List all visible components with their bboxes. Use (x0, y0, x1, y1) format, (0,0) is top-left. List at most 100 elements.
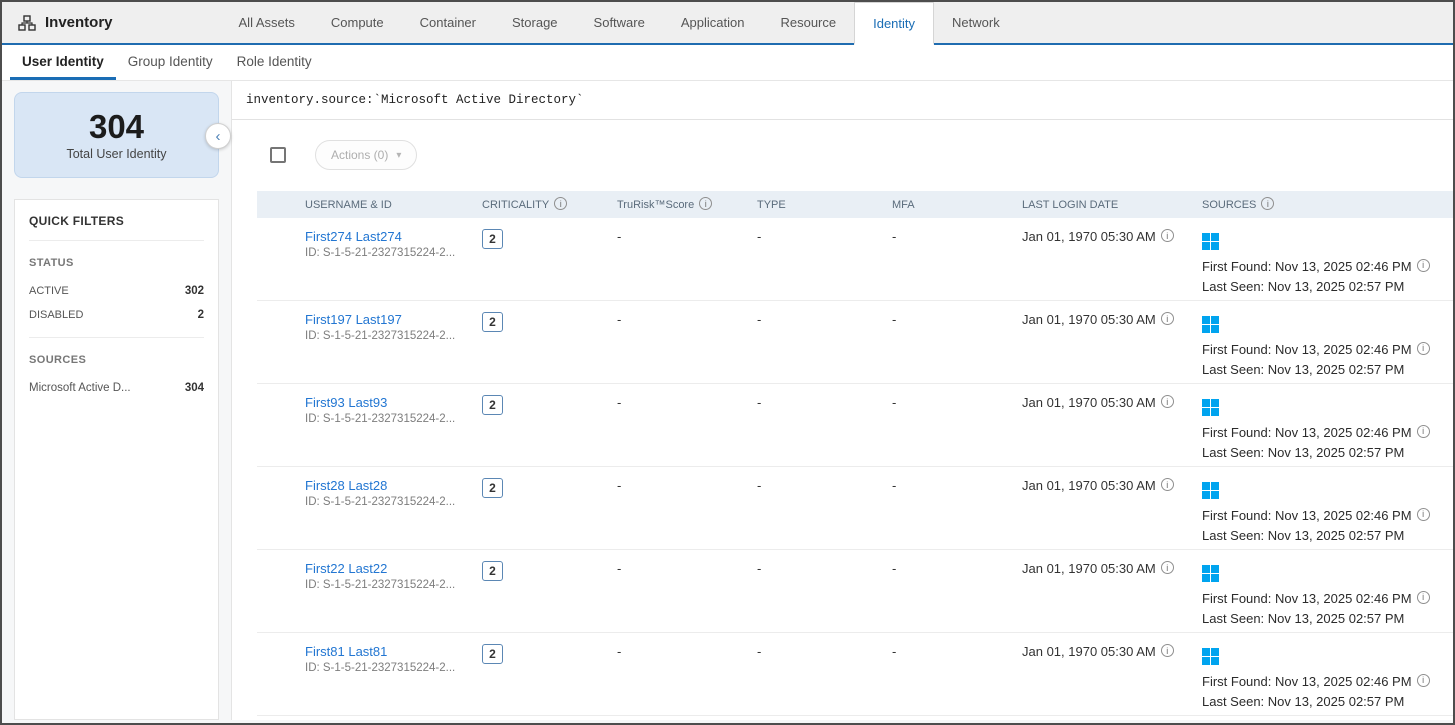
filter-source-microsoft-ad[interactable]: Microsoft Active D... 304 (29, 376, 204, 400)
tab-container[interactable]: Container (402, 2, 494, 43)
type-value: - (757, 561, 892, 576)
user-id: ID: S-1-5-21-2327315224-2... (305, 662, 474, 674)
info-icon[interactable]: i (1417, 591, 1430, 604)
trurisk-value: - (617, 644, 757, 659)
tab-software[interactable]: Software (576, 2, 663, 43)
windows-icon (1202, 482, 1219, 499)
info-icon[interactable]: i (1261, 197, 1274, 210)
first-found-value: First Found: Nov 13, 2025 02:46 PM (1202, 257, 1412, 277)
info-icon[interactable]: i (1161, 644, 1174, 657)
last-seen-value: Last Seen: Nov 13, 2025 02:57 PM (1202, 609, 1439, 629)
info-icon[interactable]: i (1161, 478, 1174, 491)
search-query-input[interactable] (232, 81, 1453, 119)
trurisk-value: - (617, 561, 757, 576)
info-icon[interactable]: i (1417, 508, 1430, 521)
query-bar (232, 81, 1453, 120)
windows-icon (1202, 233, 1219, 250)
user-id: ID: S-1-5-21-2327315224-2... (305, 579, 474, 591)
tab-compute[interactable]: Compute (313, 2, 402, 43)
info-icon[interactable]: i (699, 197, 712, 210)
filter-status-disabled[interactable]: DISABLED 2 (29, 303, 204, 327)
tab-network[interactable]: Network (934, 2, 1018, 43)
tab-identity[interactable]: Identity (854, 2, 934, 45)
table-row[interactable]: First22 Last22 ID: S-1-5-21-2327315224-2… (257, 550, 1453, 633)
mfa-value: - (892, 229, 1022, 244)
username-link[interactable]: First197 Last197 (305, 312, 402, 327)
last-login-value: Jan 01, 1970 05:30 AM (1022, 229, 1156, 244)
header-trurisk-score[interactable]: TruRisk™Score i (617, 198, 757, 211)
username-link[interactable]: First274 Last274 (305, 229, 402, 244)
inventory-sitemap-icon (18, 15, 36, 31)
trurisk-value: - (617, 478, 757, 493)
table-row[interactable]: First93 Last93 ID: S-1-5-21-2327315224-2… (257, 384, 1453, 467)
type-value: - (757, 229, 892, 244)
last-login-value: Jan 01, 1970 05:30 AM (1022, 561, 1156, 576)
tab-application[interactable]: Application (663, 2, 763, 43)
username-link[interactable]: First22 Last22 (305, 561, 387, 576)
tab-all-assets[interactable]: All Assets (221, 2, 313, 43)
user-id: ID: S-1-5-21-2327315224-2... (305, 330, 474, 342)
last-seen-value: Last Seen: Nov 13, 2025 02:57 PM (1202, 443, 1439, 463)
section-divider (29, 337, 204, 338)
header-mfa[interactable]: MFA (892, 199, 1022, 211)
type-value: - (757, 644, 892, 659)
user-id: ID: S-1-5-21-2327315224-2... (305, 413, 474, 425)
username-link[interactable]: First28 Last28 (305, 478, 387, 493)
info-icon[interactable]: i (1417, 674, 1430, 687)
info-icon[interactable]: i (1161, 561, 1174, 574)
info-icon[interactable]: i (1417, 259, 1430, 272)
header-last-login-date[interactable]: LAST LOGIN DATE (1022, 199, 1202, 211)
filter-status-active[interactable]: ACTIVE 302 (29, 279, 204, 303)
status-section-title: STATUS (29, 257, 204, 269)
mfa-value: - (892, 644, 1022, 659)
page-title: Inventory (45, 14, 113, 31)
header-criticality[interactable]: CRITICALITY i (482, 198, 617, 211)
username-link[interactable]: First81 Last81 (305, 644, 387, 659)
first-found-value: First Found: Nov 13, 2025 02:46 PM (1202, 340, 1412, 360)
table-toolbar: Actions (0) ▾ (257, 140, 1453, 170)
actions-dropdown-button[interactable]: Actions (0) ▾ (315, 140, 417, 170)
info-icon[interactable]: i (1417, 342, 1430, 355)
table-row[interactable]: First28 Last28 ID: S-1-5-21-2327315224-2… (257, 467, 1453, 550)
last-login-value: Jan 01, 1970 05:30 AM (1022, 395, 1156, 410)
info-icon[interactable]: i (554, 197, 567, 210)
last-login-value: Jan 01, 1970 05:30 AM (1022, 478, 1156, 493)
sidebar-collapse-button[interactable]: ‹ (205, 123, 231, 149)
windows-icon (1202, 565, 1219, 582)
info-icon[interactable]: i (1417, 425, 1430, 438)
mfa-value: - (892, 478, 1022, 493)
windows-icon (1202, 399, 1219, 416)
table-row[interactable]: First274 Last274 ID: S-1-5-21-2327315224… (257, 218, 1453, 301)
tab-storage[interactable]: Storage (494, 2, 576, 43)
top-navigation-bar: Inventory All Assets Compute Container S… (2, 2, 1453, 45)
chevron-down-icon: ▾ (396, 150, 401, 161)
mfa-value: - (892, 395, 1022, 410)
top-tabs: All Assets Compute Container Storage Sof… (221, 2, 1018, 43)
info-icon[interactable]: i (1161, 229, 1174, 242)
actions-label: Actions (0) (331, 148, 388, 162)
filter-label: Microsoft Active D... (29, 382, 131, 394)
info-icon[interactable]: i (1161, 395, 1174, 408)
header-type[interactable]: TYPE (757, 199, 892, 211)
subtab-role-identity[interactable]: Role Identity (225, 45, 324, 80)
username-link[interactable]: First93 Last93 (305, 395, 387, 410)
info-icon[interactable]: i (1161, 312, 1174, 325)
first-found-value: First Found: Nov 13, 2025 02:46 PM (1202, 589, 1412, 609)
last-seen-value: Last Seen: Nov 13, 2025 02:57 PM (1202, 526, 1439, 546)
header-sources[interactable]: SOURCES i (1202, 198, 1453, 211)
total-count: 304 (89, 109, 144, 145)
quick-filters-panel: QUICK FILTERS STATUS ACTIVE 302 DISABLED… (14, 199, 219, 720)
trurisk-value: - (617, 395, 757, 410)
tab-resource[interactable]: Resource (762, 2, 854, 43)
select-all-checkbox[interactable] (270, 147, 286, 163)
subtab-user-identity[interactable]: User Identity (10, 45, 116, 80)
criticality-badge: 2 (482, 644, 503, 664)
subtab-group-identity[interactable]: Group Identity (116, 45, 225, 80)
table-row[interactable]: First197 Last197 ID: S-1-5-21-2327315224… (257, 301, 1453, 384)
last-seen-value: Last Seen: Nov 13, 2025 02:57 PM (1202, 692, 1439, 712)
criticality-badge: 2 (482, 229, 503, 249)
windows-icon (1202, 316, 1219, 333)
table-row[interactable]: First81 Last81 ID: S-1-5-21-2327315224-2… (257, 633, 1453, 716)
header-username-id[interactable]: USERNAME & ID (305, 199, 482, 211)
quick-filters-title: QUICK FILTERS (29, 214, 204, 241)
